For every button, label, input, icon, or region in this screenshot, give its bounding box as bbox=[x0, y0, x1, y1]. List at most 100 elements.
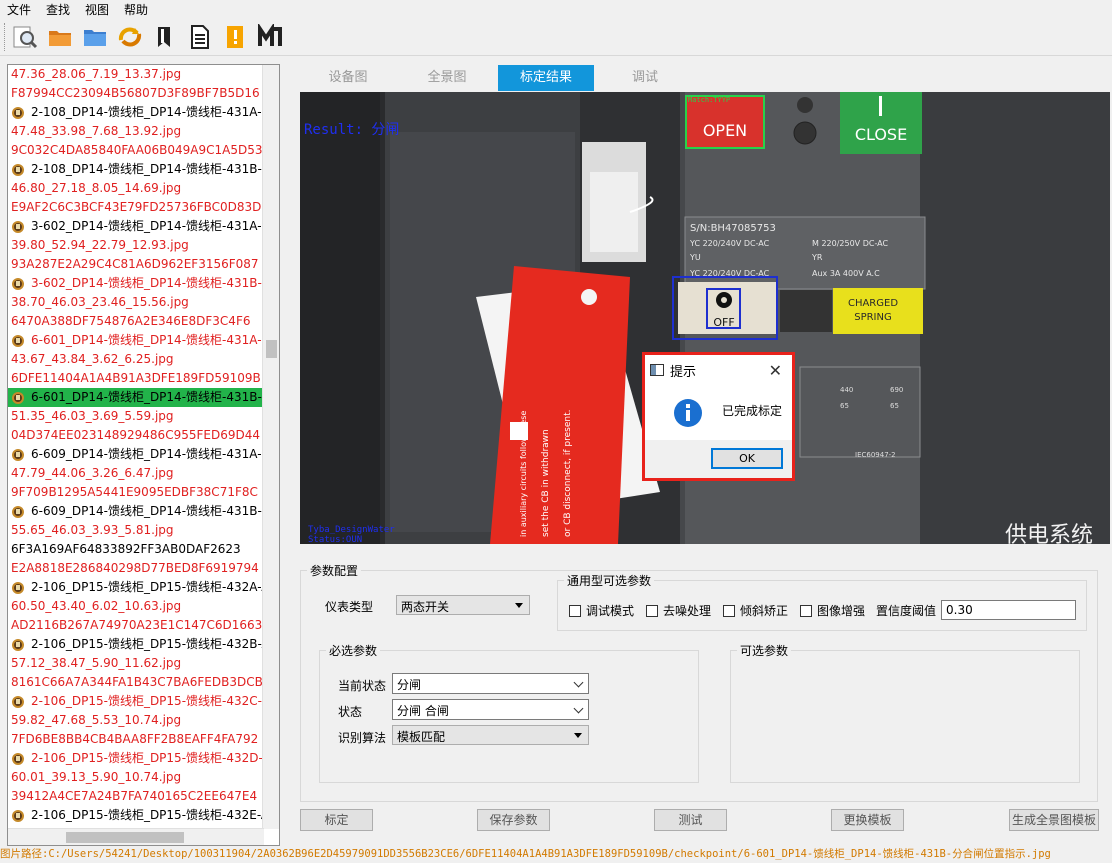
file-list-item[interactable]: 2-106_DP15-馈线柜_DP15-馈线柜-432A-A bbox=[8, 578, 279, 597]
file-list-subitem[interactable]: E9AF2C6C3BCF43E79FD25736FBC0D83D bbox=[8, 198, 279, 217]
file-list-item[interactable]: 2-106_DP15-馈线柜_DP15-馈线柜-432D-A bbox=[8, 749, 279, 768]
checkbox-box[interactable] bbox=[723, 604, 735, 617]
file-list-subitem[interactable]: 04D374EE023148929486C955FED69D44 bbox=[8, 426, 279, 445]
file-list-subitem[interactable]: 9F709B1295A5441E9095EDBF38C71F8C bbox=[8, 483, 279, 502]
file-list-item[interactable]: 6-609_DP14-馈线柜_DP14-馈线柜-431B-张 bbox=[8, 502, 279, 521]
file-list-subitem[interactable]: 46.80_27.18_8.05_14.69.jpg bbox=[8, 179, 279, 198]
file-list-subitem[interactable]: 59.82_47.68_5.53_10.74.jpg bbox=[8, 711, 279, 730]
folder-icon[interactable] bbox=[81, 22, 109, 52]
file-list-panel[interactable]: 47.36_28.06_7.19_13.37.jpg F87994CC23094B… bbox=[7, 64, 280, 846]
dialog-title: 提示 bbox=[670, 364, 697, 380]
file-list-text: E9AF2C6C3BCF43E79FD25736FBC0D83D bbox=[11, 200, 262, 214]
file-list-subitem[interactable]: 60.50_43.40_6.02_10.63.jpg bbox=[8, 597, 279, 616]
checkbox-box[interactable] bbox=[569, 604, 581, 617]
tilt-correct-checkbox[interactable]: 倾斜矫正 bbox=[723, 602, 788, 619]
tab-device-image[interactable]: 设备图 bbox=[300, 65, 396, 91]
checkbox-box[interactable] bbox=[800, 604, 812, 617]
test-button[interactable]: 测试 bbox=[654, 809, 727, 831]
file-list-item[interactable]: 2-106_DP15-馈线柜_DP15-馈线柜-432E-A bbox=[8, 806, 279, 825]
debug-mode-checkbox[interactable]: 调试模式 bbox=[569, 602, 634, 619]
vertical-scrollbar[interactable] bbox=[262, 65, 279, 829]
document-icon[interactable] bbox=[186, 22, 214, 52]
menu-bar: 文件 查找 视图 帮助 bbox=[0, 0, 1112, 18]
dialog-titlebar: 提示 ✕ bbox=[645, 355, 792, 385]
file-list-subitem[interactable]: 47.79_44.06_3.26_6.47.jpg bbox=[8, 464, 279, 483]
file-list-item[interactable]: 3-602_DP14-馈线柜_DP14-馈线柜-431B-分 bbox=[8, 274, 279, 293]
menu-help[interactable]: 帮助 bbox=[117, 0, 156, 18]
iec-label: IEC60947-2 bbox=[855, 451, 896, 459]
required-params-title: 必选参数 bbox=[326, 642, 381, 659]
file-list-item[interactable]: 2-108_DP14-馈线柜_DP14-馈线柜-431A-C bbox=[8, 103, 279, 122]
tab-panorama[interactable]: 全景图 bbox=[399, 65, 495, 91]
file-list-text: 04D374EE023148929486C955FED69D44 bbox=[11, 428, 260, 442]
file-list-subitem[interactable]: F87994CC23094B56807D3F89BF7B5D16 bbox=[8, 84, 279, 103]
file-list-subitem[interactable]: AD2116B267A74970A23E1C147C6D1663 bbox=[8, 616, 279, 635]
current-state-select[interactable]: 分闸 bbox=[392, 673, 589, 694]
file-list-subitem[interactable]: 6DFE11404A1A4B91A3DFE189FD59109B bbox=[8, 369, 279, 388]
file-list-subitem[interactable]: 6F3A169AF64833892FF3AB0DAF2623 bbox=[8, 540, 279, 559]
mark-icon[interactable] bbox=[256, 22, 284, 52]
close-icon[interactable]: ✕ bbox=[769, 361, 782, 380]
ok-button[interactable]: OK bbox=[711, 448, 783, 469]
horizontal-scroll-thumb[interactable] bbox=[66, 832, 184, 843]
magnifier-icon[interactable] bbox=[11, 22, 39, 52]
checkbox-box[interactable] bbox=[646, 604, 658, 617]
state-select[interactable]: 分闸 合闸 bbox=[392, 699, 589, 720]
file-list-text: 2-106_DP15-馈线柜_DP15-馈线柜-432B-A bbox=[31, 637, 270, 651]
file-list-subitem[interactable]: 7FD6BE8BB4CB4BAA8FF2B8EAFF4FA792 bbox=[8, 730, 279, 749]
file-list-subitem[interactable]: 39412A4CE7A24B7FA740165C2EE647E4 bbox=[8, 787, 279, 806]
denoise-checkbox[interactable]: 去噪处理 bbox=[646, 602, 711, 619]
bookmark-icon[interactable] bbox=[151, 22, 179, 52]
vertical-scroll-thumb[interactable] bbox=[266, 340, 277, 358]
toolbar-grip[interactable] bbox=[4, 22, 7, 51]
meter-type-select[interactable]: 两态开关 bbox=[396, 595, 530, 615]
file-list-item[interactable]: 2-106_DP15-馈线柜_DP15-馈线柜-432B-A bbox=[8, 635, 279, 654]
file-list-subitem[interactable]: 43.67_43.84_3.62_6.25.jpg bbox=[8, 350, 279, 369]
file-list-item[interactable]: 2-108_DP14-馈线柜_DP14-馈线柜-431B-C bbox=[8, 160, 279, 179]
menu-find[interactable]: 查找 bbox=[39, 0, 78, 18]
horizontal-scrollbar[interactable] bbox=[8, 828, 264, 845]
file-list-subitem[interactable]: 6470A388DF754876A2E346E8DF3C4F6 bbox=[8, 312, 279, 331]
algorithm-select[interactable]: 模板匹配 bbox=[392, 725, 589, 745]
file-list-text: 6-601_DP14-馈线柜_DP14-馈线柜-431A-分 bbox=[31, 333, 274, 347]
match-label: Match:TYYP bbox=[688, 96, 730, 104]
image-file-icon bbox=[12, 506, 24, 518]
file-list-item[interactable]: 2-106_DP15-馈线柜_DP15-馈线柜-432C-A bbox=[8, 692, 279, 711]
replace-template-button[interactable]: 更换模板 bbox=[831, 809, 904, 831]
status-bar: 图片路径:C:/Users/54241/Desktop/100311904/2A… bbox=[0, 846, 1112, 863]
file-list-item[interactable]: 6-601_DP14-馈线柜_DP14-馈线柜-431A-分 bbox=[8, 331, 279, 350]
file-list-subitem[interactable]: 9C032C4DA85840FAA06B049A9C1A5D53 bbox=[8, 141, 279, 160]
refresh-icon[interactable] bbox=[116, 22, 144, 52]
file-list-subitem[interactable]: E2A8818E286840298D77BED8F6919794 bbox=[8, 559, 279, 578]
file-list-subitem[interactable]: 60.01_39.13_5.90_10.74.jpg bbox=[8, 768, 279, 787]
image-file-icon bbox=[12, 639, 24, 651]
file-list-subitem[interactable]: 38.70_46.03_23.46_15.56.jpg bbox=[8, 293, 279, 312]
file-list-subitem[interactable]: 47.48_33.98_7.68_13.92.jpg bbox=[8, 122, 279, 141]
menu-file[interactable]: 文件 bbox=[0, 0, 39, 18]
file-list-item[interactable]: 6-601_DP14-馈线柜_DP14-馈线柜-431B-分 bbox=[8, 388, 279, 407]
file-list-subitem[interactable]: 8161C66A7A344FA1B43C7BA6FEDB3DCB bbox=[8, 673, 279, 692]
tab-calibration-result[interactable]: 标定结果 bbox=[498, 65, 594, 91]
generate-panorama-template-button[interactable]: 生成全景图模板 bbox=[1009, 809, 1099, 831]
warning-icon[interactable] bbox=[221, 22, 249, 52]
file-list-text: 2-108_DP14-馈线柜_DP14-馈线柜-431A-C bbox=[31, 105, 270, 119]
file-list-subitem[interactable]: 47.36_28.06_7.19_13.37.jpg bbox=[8, 65, 279, 84]
file-list-subitem[interactable]: 51.35_46.03_3.69_5.59.jpg bbox=[8, 407, 279, 426]
file-list-subitem[interactable]: 93A287E2A29C4C81A6D962EF3156F087 bbox=[8, 255, 279, 274]
toolbar bbox=[0, 18, 1112, 56]
denoise-label: 去噪处理 bbox=[663, 604, 712, 618]
image-enhance-checkbox[interactable]: 图像增强 bbox=[800, 602, 865, 619]
file-list-item[interactable]: 6-609_DP14-馈线柜_DP14-馈线柜-431A-张 bbox=[8, 445, 279, 464]
rating-690: 690 bbox=[890, 386, 903, 394]
open-folder-icon[interactable] bbox=[46, 22, 74, 52]
file-list-text: 6-609_DP14-馈线柜_DP14-馈线柜-431B-张 bbox=[31, 504, 274, 518]
file-list-subitem[interactable]: 57.12_38.47_5.90_11.62.jpg bbox=[8, 654, 279, 673]
menu-view[interactable]: 视图 bbox=[78, 0, 117, 18]
calibrate-button[interactable]: 标定 bbox=[300, 809, 373, 831]
file-list-subitem[interactable]: 55.65_46.03_3.93_5.81.jpg bbox=[8, 521, 279, 540]
file-list-item[interactable]: 3-602_DP14-馈线柜_DP14-馈线柜-431A-分 bbox=[8, 217, 279, 236]
confidence-input[interactable]: 0.30 bbox=[941, 600, 1076, 620]
tab-debug[interactable]: 调试 bbox=[597, 65, 693, 91]
file-list-subitem[interactable]: 39.80_52.94_22.79_12.93.jpg bbox=[8, 236, 279, 255]
save-params-button[interactable]: 保存参数 bbox=[477, 809, 550, 831]
